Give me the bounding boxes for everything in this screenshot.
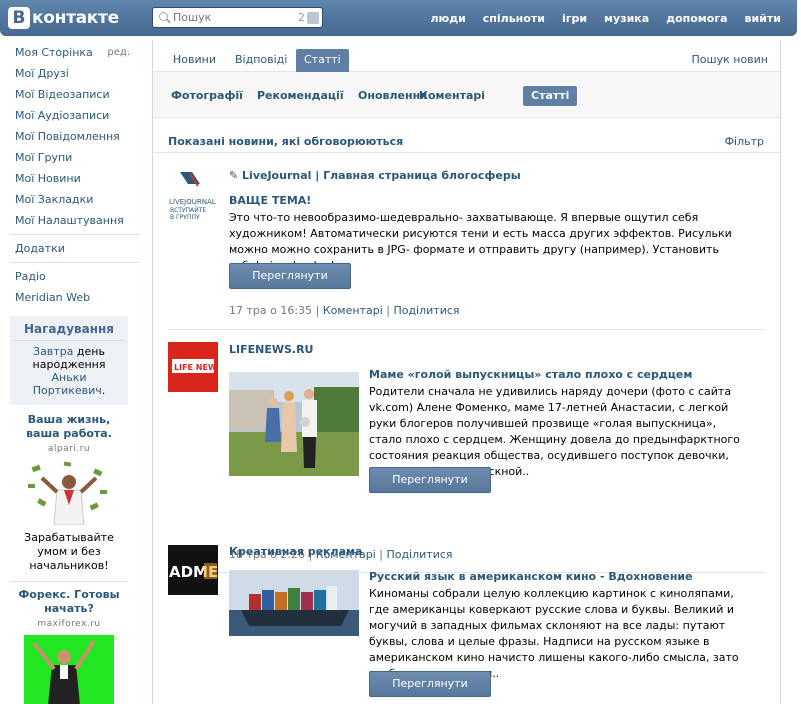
feed-divider	[153, 152, 780, 153]
feed-heading: Показані новини, які обговорюються	[168, 135, 404, 148]
post-image[interactable]	[229, 570, 359, 636]
post-meta: 17 тра о 16:35 | Коментарі | Поділитися	[229, 304, 460, 317]
top-tabs: Новини Відповіді Статті Пошук новин	[153, 40, 780, 72]
post-image[interactable]	[229, 372, 359, 476]
logo-mark: В	[8, 7, 30, 29]
menu-audio[interactable]: Мої Аудіозаписи	[0, 105, 152, 126]
tab-news[interactable]: Новини	[165, 49, 224, 72]
subtab-comments[interactable]: Коментарі	[411, 86, 493, 106]
menu-messages[interactable]: Мої Повідомлення	[0, 126, 152, 147]
adme-logo[interactable]: ADME	[168, 545, 218, 595]
post-text: Киноманы собрали целую коллекцию картино…	[369, 587, 739, 680]
ad-image[interactable]	[24, 460, 114, 525]
search-icon	[153, 8, 173, 27]
menu-apps[interactable]: Додатки	[0, 238, 152, 259]
nav-people[interactable]: люди	[430, 12, 465, 25]
menu-news[interactable]: Мої Новини	[0, 168, 152, 189]
post-divider	[168, 329, 765, 330]
post-time: 17 тра о 16:35	[229, 304, 313, 317]
menu-divider	[10, 234, 140, 235]
reminder-box: Нагадування Завтра день народження Аньки…	[10, 316, 128, 405]
ad-image[interactable]	[24, 635, 114, 704]
main-content: Новини Відповіді Статті Пошук новин Фото…	[152, 40, 781, 704]
header: В контакте 2 люди спільноти ігри музика …	[0, 0, 801, 40]
comments-link[interactable]: Коментарі	[323, 304, 383, 317]
ad-divider	[10, 581, 128, 582]
logo-text: контакте	[32, 8, 119, 28]
subtab-photos[interactable]: Фотографії	[163, 86, 251, 106]
menu-my-page[interactable]: Моя Сторінка	[15, 42, 93, 63]
view-button[interactable]: Переглянути	[369, 671, 491, 697]
ad-block[interactable]: Форекс. Готовы начать? maxiforex.ru	[10, 588, 128, 704]
post-source-link[interactable]: LIFENEWS.RU	[229, 343, 314, 356]
livejournal-logo[interactable]: LIVEJOURNAL ВСТУПАЙТЕ В ГРУППУ	[168, 170, 220, 222]
tab-replies[interactable]: Відповіді	[227, 49, 295, 72]
nav-communities[interactable]: спільноти	[483, 12, 545, 25]
search-input[interactable]	[173, 11, 288, 24]
reminder-person-link[interactable]: Аньки Портикевич	[33, 371, 102, 397]
share-link[interactable]: Поділитися	[386, 548, 452, 561]
ad-title[interactable]: Форекс. Готовы начать?	[10, 588, 128, 616]
reminder-title: Нагадування	[14, 322, 124, 341]
vk-logo[interactable]: В контакте	[8, 6, 119, 30]
lifenews-logo-text: LIFE NEWS	[174, 363, 218, 372]
post-source-link[interactable]: ✎ LiveJournal | Главная страница блогосф…	[229, 169, 521, 182]
nav-logout[interactable]: вийти	[745, 12, 781, 25]
ad-caption: Зарабатывайте умом и без начальников!	[24, 531, 114, 572]
search-news-link[interactable]: Пошук новин	[692, 53, 768, 66]
reminder-body: Завтра день народження Аньки Портикевич.	[14, 345, 124, 397]
sub-tabs: Фотографії Рекомендації Оновлення Комент…	[153, 72, 780, 118]
lj-logo-sub2: В ГРУППУ	[170, 214, 200, 221]
menu-meridian[interactable]: Meridian Web	[0, 287, 152, 308]
post-source-link[interactable]: Креативная реклама	[229, 545, 362, 558]
meta-sep: |	[315, 304, 323, 317]
view-button[interactable]: Переглянути	[229, 263, 351, 289]
reminder-end: .	[101, 384, 106, 397]
share-link[interactable]: Поділитися	[393, 304, 459, 317]
ad-title[interactable]: Ваша жизнь, ваша работа.	[10, 413, 128, 441]
menu-friends[interactable]: Мої Друзі	[0, 63, 152, 84]
ad-block[interactable]: Ваша жизнь, ваша работа. alpari.ru Зараб…	[10, 413, 128, 582]
nav-games[interactable]: ігри	[562, 12, 587, 25]
filter-link[interactable]: Фільтр	[725, 135, 764, 148]
nav-help[interactable]: допомога	[666, 12, 727, 25]
user-icon	[307, 11, 319, 24]
menu-videos[interactable]: Мої Відеозаписи	[0, 84, 152, 105]
view-button[interactable]: Переглянути	[369, 467, 491, 493]
post-title-link[interactable]: Русский язык в американском кино - Вдохн…	[369, 570, 693, 583]
reminder-when-link[interactable]: Завтра	[33, 345, 73, 358]
menu-my-page-row: Моя Сторінка ред.	[0, 42, 152, 63]
subtab-articles[interactable]: Статті	[523, 86, 578, 106]
post-title-link[interactable]: ВАЩЕ ТЕМА!	[229, 194, 311, 207]
lj-logo-text: LIVEJOURNAL	[169, 198, 216, 206]
search-box[interactable]: 2	[152, 7, 323, 28]
menu-groups[interactable]: Мої Групи	[0, 147, 152, 168]
ad-domain: alpari.ru	[47, 444, 91, 454]
menu-divider	[10, 262, 140, 263]
menu-radio[interactable]: Радіо	[0, 266, 152, 287]
lifenews-logo[interactable]: LIFE NEWS	[168, 342, 223, 392]
ad-domain: maxiforex.ru	[37, 619, 101, 629]
search-count: 2	[298, 11, 305, 24]
post-title-link[interactable]: Маме «голой выпускницы» стало плохо с се…	[369, 368, 692, 381]
menu-bookmarks[interactable]: Мої Закладки	[0, 189, 152, 210]
top-nav: люди спільноти ігри музика допомога вийт…	[430, 0, 781, 36]
nav-music[interactable]: музика	[604, 12, 649, 25]
left-menu: Моя Сторінка ред. Мої Друзі Мої Відеозап…	[0, 40, 152, 704]
subtab-recommendations[interactable]: Рекомендації	[249, 86, 352, 106]
menu-edit-link[interactable]: ред.	[107, 42, 130, 63]
lj-logo-sub1: ВСТУПАЙТЕ	[170, 207, 206, 214]
menu-settings[interactable]: Мої Налаштування	[0, 210, 152, 231]
tab-articles[interactable]: Статті	[296, 49, 349, 72]
post-text: Родители сначала не удивились наряду доч…	[369, 385, 740, 478]
